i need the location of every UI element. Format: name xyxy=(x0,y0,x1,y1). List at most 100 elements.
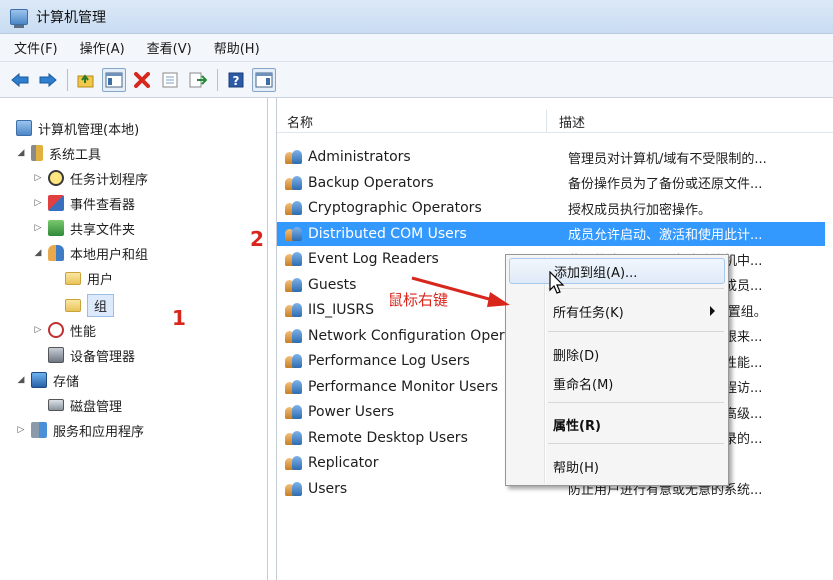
users-icon xyxy=(48,245,64,261)
collapsed-arrow-icon[interactable]: ▷ xyxy=(14,425,28,435)
annotation-step-1: 1 xyxy=(172,306,186,330)
group-description-cell: 授权成员执行加密操作。 xyxy=(567,202,711,218)
menu-delete[interactable]: 删除(D) xyxy=(509,341,725,367)
back-button[interactable] xyxy=(8,68,32,92)
group-name-cell: Distributed COM Users xyxy=(308,225,467,242)
menu-separator xyxy=(548,443,724,444)
services-icon xyxy=(31,422,47,438)
collapsed-arrow-icon[interactable]: ▷ xyxy=(31,173,45,183)
clock-icon xyxy=(48,170,64,186)
help-button[interactable]: ? xyxy=(224,68,248,92)
menu-add-to-group[interactable]: 添加到组(A)... xyxy=(509,258,725,284)
group-icon xyxy=(285,302,303,318)
tree-node-root[interactable]: 计算机管理(本地) xyxy=(16,116,139,140)
expanded-arrow-icon[interactable]: ◢ xyxy=(31,248,45,258)
menu-rename[interactable]: 重命名(M) xyxy=(509,370,725,396)
column-header-description[interactable]: 描述 xyxy=(549,110,833,132)
tree-node-system-tools[interactable]: ◢ 系统工具 xyxy=(14,141,101,165)
back-icon xyxy=(11,72,29,87)
tree-node-event-viewer[interactable]: ▷ 事件查看器 xyxy=(31,191,135,215)
menu-separator xyxy=(548,402,724,403)
up-folder-icon xyxy=(77,73,94,87)
group-icon xyxy=(285,481,303,497)
forward-icon xyxy=(39,72,57,87)
menu-action[interactable]: 操作(A) xyxy=(80,38,125,57)
folder-icon xyxy=(65,271,81,285)
menu-all-tasks[interactable]: 所有任务(K) xyxy=(509,298,725,324)
menu-help-item[interactable]: 帮助(H) xyxy=(509,453,725,479)
annotation-right-click-label: 鼠标右键 xyxy=(388,291,449,309)
group-description-cell: 备份操作员为了备份或还原文件... xyxy=(567,177,763,192)
group-name-cell: Administrators xyxy=(308,149,411,165)
tree-node-storage[interactable]: ◢ 存储 xyxy=(14,368,79,392)
device-manager-icon xyxy=(48,347,64,363)
computer-management-icon xyxy=(16,120,32,136)
annotation-step-2: 2 xyxy=(250,227,264,251)
tree-label: 用户 xyxy=(87,272,114,288)
group-icon xyxy=(285,430,303,446)
group-icon xyxy=(285,379,303,395)
window-title: 计算机管理 xyxy=(36,9,106,26)
submenu-arrow-icon xyxy=(710,306,715,316)
group-description-cell: 管理员对计算机/域有不受限制的... xyxy=(567,151,767,167)
show-hide-action-pane-button[interactable] xyxy=(252,67,276,92)
group-icon xyxy=(285,175,303,191)
table-row[interactable]: Backup Operators 备份操作员为了备份或还原文件... xyxy=(277,171,825,195)
tree-node-shared-folders[interactable]: ▷ 共享文件夹 xyxy=(31,216,135,240)
mouse-cursor-icon xyxy=(549,271,565,294)
tree-node-users[interactable]: 用户 xyxy=(65,266,113,290)
menu-separator xyxy=(548,331,724,332)
collapsed-arrow-icon[interactable]: ▷ xyxy=(31,198,45,208)
tree-label: 系统工具 xyxy=(49,147,102,163)
export-list-button[interactable] xyxy=(186,68,210,92)
properties-button[interactable] xyxy=(158,68,182,92)
group-icon xyxy=(285,149,303,165)
tree-label: 事件查看器 xyxy=(70,197,136,213)
menu-view[interactable]: 查看(V) xyxy=(147,38,192,57)
group-name-cell: Backup Operators xyxy=(308,174,434,191)
menu-file[interactable]: 文件(F) xyxy=(14,38,58,57)
tree-node-device-manager[interactable]: 设备管理器 xyxy=(48,343,135,367)
show-hide-tree-icon xyxy=(105,72,123,87)
table-row[interactable]: Administrators 管理员对计算机/域有不受限制的... xyxy=(277,145,825,169)
expanded-arrow-icon[interactable]: ◢ xyxy=(14,375,28,385)
storage-icon xyxy=(31,372,47,388)
group-icon xyxy=(285,328,303,344)
tree-label: 任务计划程序 xyxy=(70,172,149,188)
column-header-name[interactable]: 名称 xyxy=(277,110,547,132)
performance-icon xyxy=(48,322,64,338)
menu-item-label: 属性(R) xyxy=(553,418,601,434)
group-name-cell: Cryptographic Operators xyxy=(308,200,482,216)
tree-node-disk-management[interactable]: 磁盘管理 xyxy=(48,393,122,417)
tree-node-task-scheduler[interactable]: ▷ 任务计划程序 xyxy=(31,166,148,190)
tree-node-groups[interactable]: 组 xyxy=(65,293,115,317)
table-row[interactable]: Distributed COM Users 成员允许启动、激活和使用此计... xyxy=(277,221,825,246)
show-hide-tree-button[interactable] xyxy=(102,67,126,92)
menu-properties[interactable]: 属性(R) xyxy=(509,411,725,437)
table-row[interactable]: Cryptographic Operators 授权成员执行加密操作。 xyxy=(277,196,825,220)
tree-label: 计算机管理(本地) xyxy=(38,122,140,138)
tree-node-performance[interactable]: ▷ 性能 xyxy=(31,318,96,342)
console-tree: 计算机管理(本地) ◢ 系统工具 ▷ 任务计划程序 ▷ 事件查看器 ▷ 共享文件… xyxy=(0,98,268,580)
menu-separator xyxy=(548,288,724,289)
group-icon xyxy=(285,353,303,369)
menu-item-label: 重命名(M) xyxy=(553,377,614,393)
group-icon xyxy=(285,251,303,267)
expanded-arrow-icon[interactable]: ◢ xyxy=(14,148,28,158)
header-divider xyxy=(277,132,833,133)
collapsed-arrow-icon[interactable]: ▷ xyxy=(31,223,45,233)
tree-node-local-users-groups[interactable]: ◢ 本地用户和组 xyxy=(31,241,148,265)
delete-button[interactable] xyxy=(130,68,154,92)
collapsed-arrow-icon[interactable]: ▷ xyxy=(31,325,45,335)
group-description-cell: 成员允许启动、激活和使用此计... xyxy=(567,228,763,243)
tree-node-services-apps[interactable]: ▷ 服务和应用程序 xyxy=(14,418,144,442)
up-folder-button[interactable] xyxy=(74,68,98,92)
event-viewer-icon xyxy=(48,195,64,211)
computer-management-icon xyxy=(10,8,28,28)
forward-button[interactable] xyxy=(36,68,60,92)
group-icon xyxy=(285,455,303,471)
tree-label: 性能 xyxy=(70,324,97,340)
export-icon xyxy=(189,72,207,87)
menu-help[interactable]: 帮助(H) xyxy=(214,38,260,57)
menu-bar: 文件(F) 操作(A) 查看(V) 帮助(H) xyxy=(0,34,833,62)
